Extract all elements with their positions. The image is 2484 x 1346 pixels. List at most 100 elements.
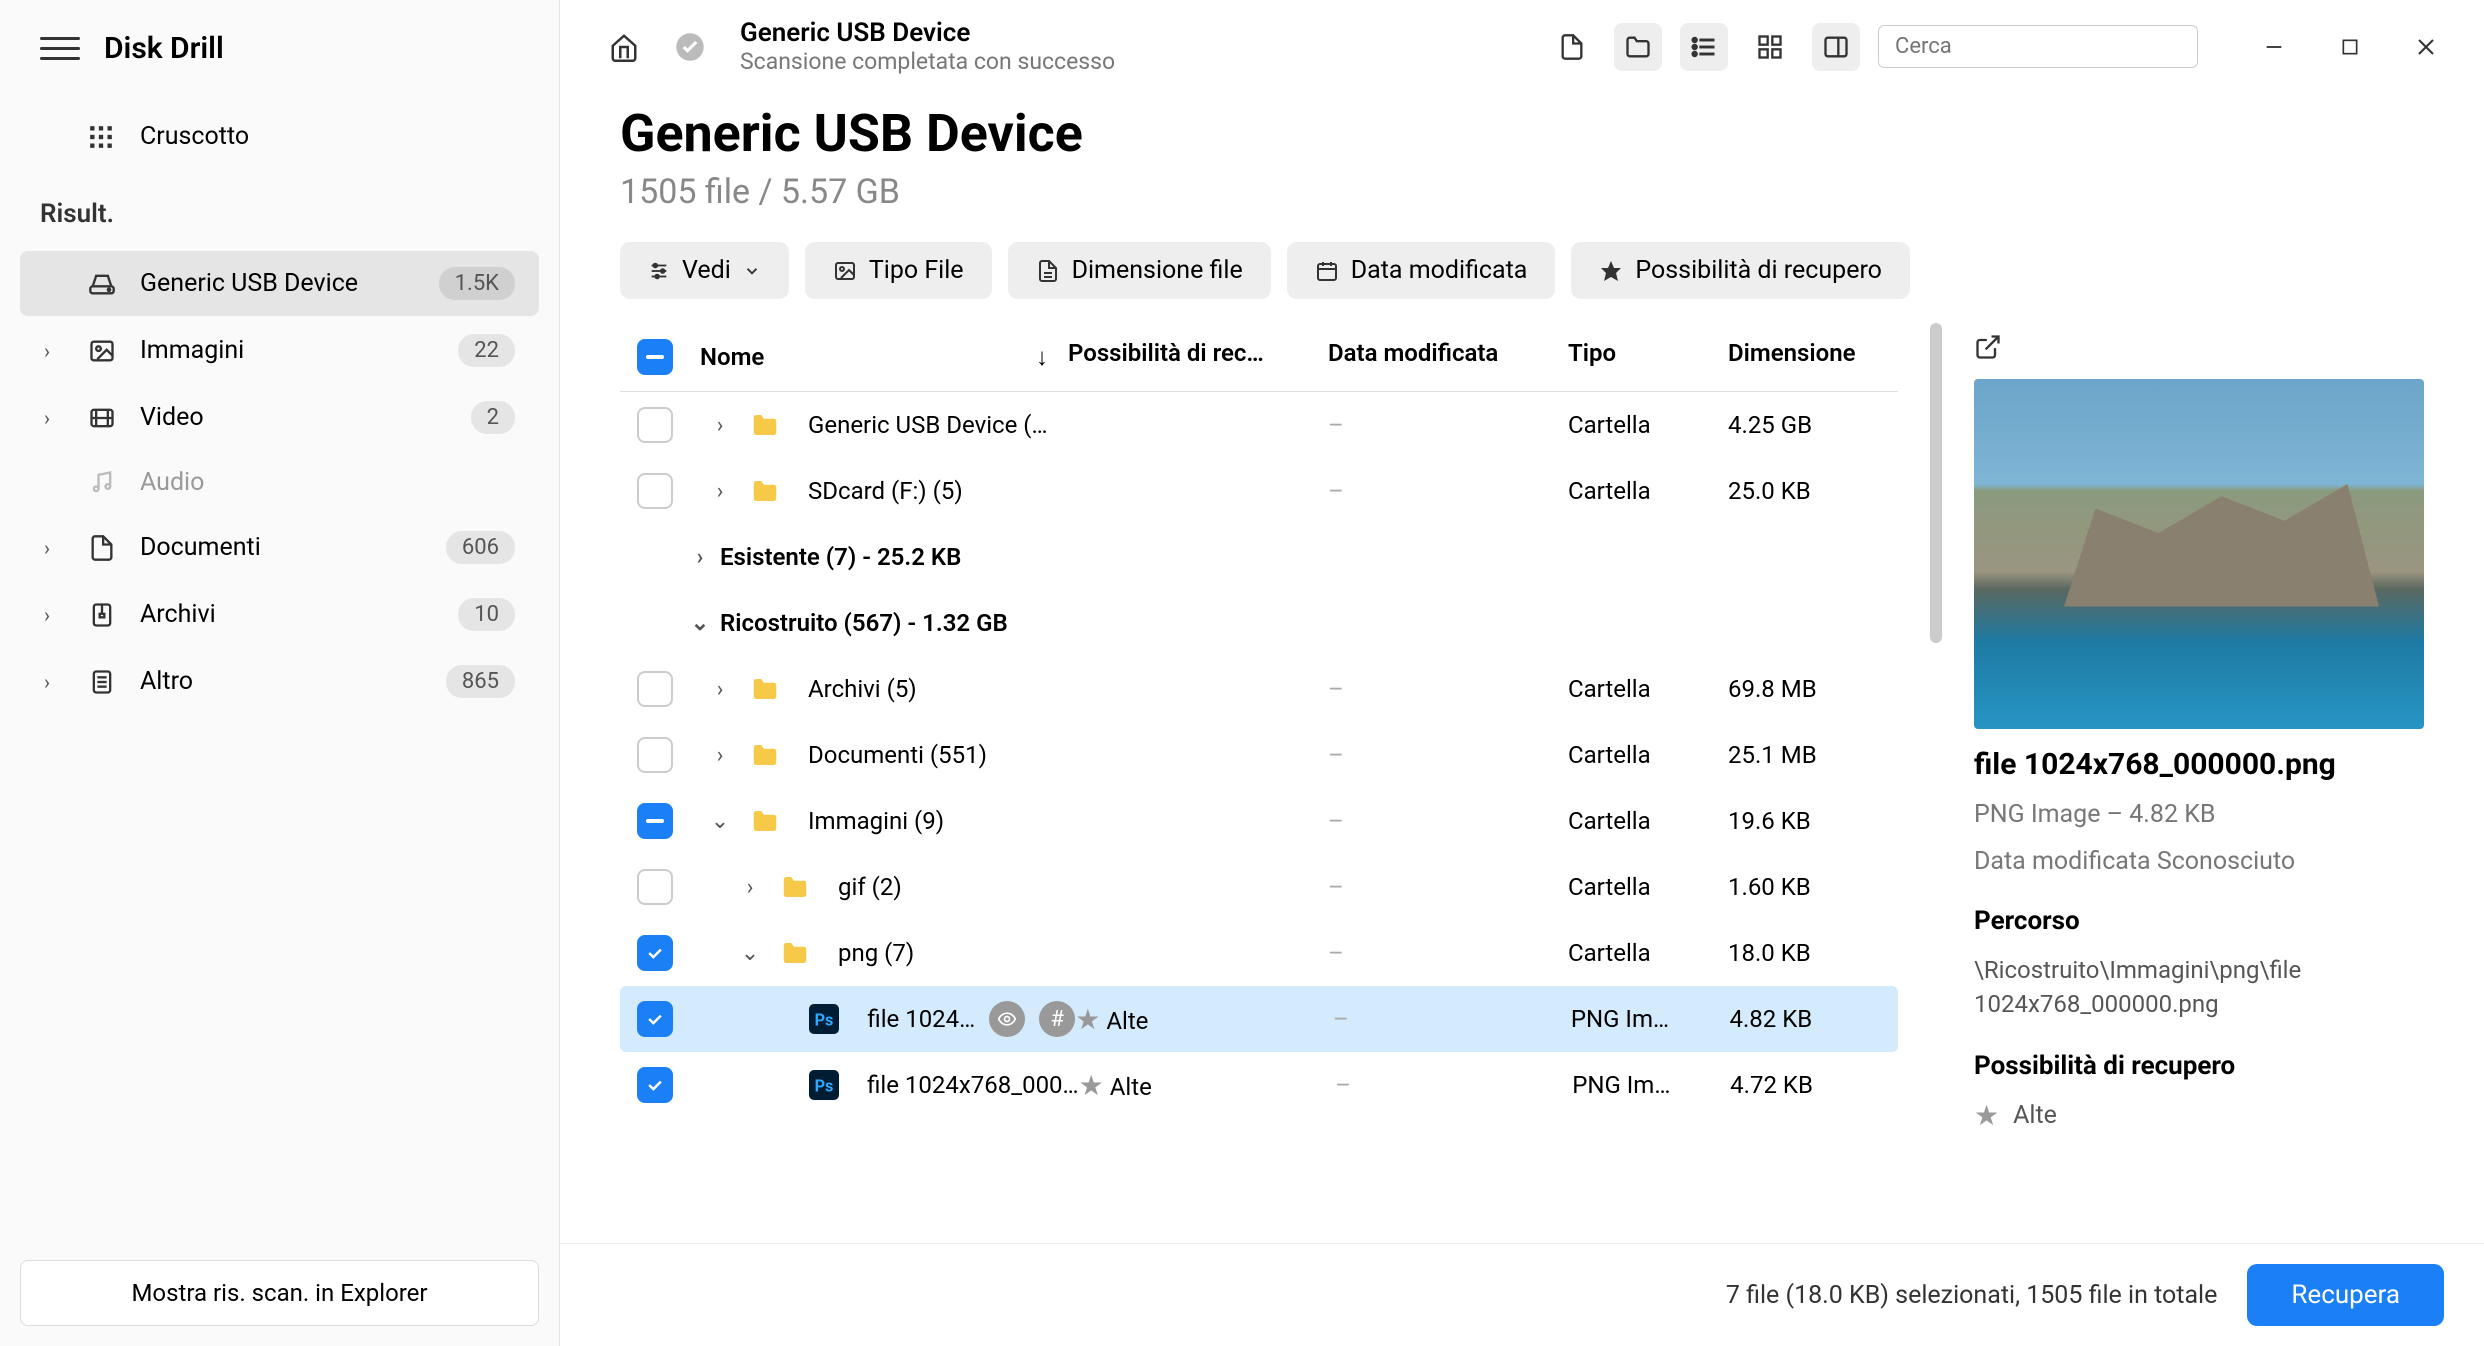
row-checkbox[interactable]	[637, 1067, 673, 1103]
row-checkbox[interactable]	[637, 473, 673, 509]
sidebar-item-document[interactable]: ›Documenti606	[20, 515, 539, 580]
filter-view[interactable]: Vedi	[620, 242, 789, 299]
folder-icon	[780, 872, 816, 902]
expander-icon[interactable]: ›	[700, 413, 740, 438]
row-filename: file 1024…	[867, 1005, 975, 1033]
sidebar-item-drive[interactable]: Generic USB Device1.5K	[20, 251, 539, 316]
search-box[interactable]	[1878, 25, 2198, 68]
home-icon[interactable]	[600, 23, 648, 71]
chevron-right-icon: ›	[44, 406, 68, 430]
preview-recovery-value: Alte	[2013, 1101, 2057, 1130]
recover-button[interactable]: Recupera	[2247, 1264, 2444, 1326]
ps-icon: Ps	[809, 1004, 845, 1034]
expander-icon[interactable]: ⌄	[730, 941, 770, 966]
ps-icon: Ps	[809, 1070, 845, 1100]
table-row[interactable]: ›SDcard (F:) (5)–Cartella25.0 KB	[620, 458, 1898, 524]
list-view-icon[interactable]	[1680, 23, 1728, 71]
sidebar-item-archive[interactable]: ›Archivi10	[20, 582, 539, 647]
expander-icon[interactable]: ›	[700, 743, 740, 768]
sidebar-dashboard[interactable]: Cruscotto	[20, 106, 539, 167]
app-title: Disk Drill	[104, 31, 224, 66]
expander-icon[interactable]: ⌄	[680, 611, 720, 636]
minimize-button[interactable]	[2256, 29, 2292, 65]
star-icon: ★	[1075, 1003, 1100, 1036]
section-row[interactable]: ⌄Ricostruito (567) - 1.32 GB	[620, 590, 1898, 656]
image-icon	[833, 259, 857, 283]
expander-icon[interactable]: ›	[680, 545, 720, 570]
calendar-icon	[1315, 259, 1339, 283]
hex-pill-icon[interactable]: #	[1039, 1001, 1075, 1037]
sidebar-item-label: Altro	[140, 667, 426, 696]
menu-icon[interactable]	[40, 28, 80, 68]
row-type: Cartella	[1568, 741, 1728, 769]
table-row[interactable]: ›gif (2)–Cartella1.60 KB	[620, 854, 1898, 920]
scrollbar-thumb[interactable]	[1930, 323, 1942, 643]
table-row[interactable]: ⌄png (7)–Cartella18.0 KB	[620, 920, 1898, 986]
sidebar-item-label: Video	[140, 403, 451, 432]
close-button[interactable]	[2408, 29, 2444, 65]
column-name[interactable]: Nome↓	[690, 339, 1068, 375]
preview-pill-icon[interactable]	[989, 1001, 1025, 1037]
sidebar-item-image[interactable]: ›Immagini22	[20, 318, 539, 383]
filter-date[interactable]: Data modificata	[1287, 242, 1556, 299]
row-checkbox[interactable]	[637, 1001, 673, 1037]
grid-icon	[88, 124, 120, 150]
select-all-checkbox[interactable]	[637, 339, 673, 375]
folder-icon	[750, 410, 786, 440]
table-row[interactable]: Psfile 1024…#★Alte–PNG Im…4.82 KB	[620, 986, 1898, 1052]
preview-modified: Data modificata Sconosciuto	[1974, 847, 2424, 876]
row-checkbox[interactable]	[637, 671, 673, 707]
row-checkbox[interactable]	[637, 803, 673, 839]
folder-icon	[750, 806, 786, 836]
grid-view-icon[interactable]	[1746, 23, 1794, 71]
sidebar-item-audio[interactable]: Audio	[20, 452, 539, 513]
row-filename: gif (2)	[838, 873, 902, 901]
search-input[interactable]	[1895, 34, 2173, 59]
folder-icon	[750, 674, 786, 704]
section-row[interactable]: ›Esistente (7) - 25.2 KB	[620, 524, 1898, 590]
popout-icon[interactable]	[1974, 333, 2002, 361]
sidebar-item-badge: 2	[471, 401, 515, 434]
audio-icon	[88, 469, 120, 497]
column-type[interactable]: Tipo	[1568, 339, 1728, 375]
column-recovery[interactable]: Possibilità di rec…	[1068, 339, 1328, 375]
row-size: 4.72 KB	[1730, 1071, 1898, 1099]
column-size[interactable]: Dimensione	[1728, 339, 1898, 375]
row-type: Cartella	[1568, 807, 1728, 835]
table-row[interactable]: ›Generic USB Device (…–Cartella4.25 GB	[620, 392, 1898, 458]
row-size: 25.1 MB	[1728, 741, 1898, 769]
expander-icon[interactable]: ⌄	[700, 809, 740, 834]
expander-icon[interactable]: ›	[700, 677, 740, 702]
expander-icon[interactable]: ›	[730, 875, 770, 900]
table-row[interactable]: ⌄Immagini (9)–Cartella19.6 KB	[620, 788, 1898, 854]
folder-view-icon[interactable]	[1614, 23, 1662, 71]
column-date[interactable]: Data modificata	[1328, 339, 1568, 375]
row-checkbox[interactable]	[637, 935, 673, 971]
table-row[interactable]: ›Documenti (551)–Cartella25.1 MB	[620, 722, 1898, 788]
show-in-explorer-button[interactable]: Mostra ris. scan. in Explorer	[20, 1260, 539, 1326]
row-date: –	[1328, 807, 1568, 835]
filter-recovery[interactable]: Possibilità di recupero	[1571, 242, 1910, 299]
folder-icon	[750, 740, 786, 770]
scrollbar[interactable]	[1928, 323, 1944, 1243]
chevron-right-icon: ›	[44, 670, 68, 694]
maximize-button[interactable]	[2332, 29, 2368, 65]
chevron-right-icon: ›	[44, 339, 68, 363]
file-view-icon[interactable]	[1548, 23, 1596, 71]
table-row[interactable]: ›Archivi (5)–Cartella69.8 MB	[620, 656, 1898, 722]
expander-icon[interactable]: ›	[700, 479, 740, 504]
sidebar-item-other[interactable]: ›Altro865	[20, 649, 539, 714]
row-date: –	[1328, 675, 1568, 703]
row-checkbox[interactable]	[637, 407, 673, 443]
row-checkbox[interactable]	[637, 869, 673, 905]
selection-status: 7 file (18.0 KB) selezionati, 1505 file …	[1726, 1281, 2218, 1310]
video-icon	[88, 404, 120, 432]
preview-path-label: Percorso	[1974, 906, 2424, 936]
row-checkbox[interactable]	[637, 737, 673, 773]
sidebar-item-video[interactable]: › Video 2	[20, 385, 539, 450]
filter-size[interactable]: Dimensione file	[1008, 242, 1271, 299]
filter-type[interactable]: Tipo File	[805, 242, 992, 299]
panel-toggle-icon[interactable]	[1812, 23, 1860, 71]
table-row[interactable]: Psfile 1024x768_000…★Alte–PNG Im…4.72 KB	[620, 1052, 1898, 1118]
row-date: –	[1328, 411, 1568, 439]
